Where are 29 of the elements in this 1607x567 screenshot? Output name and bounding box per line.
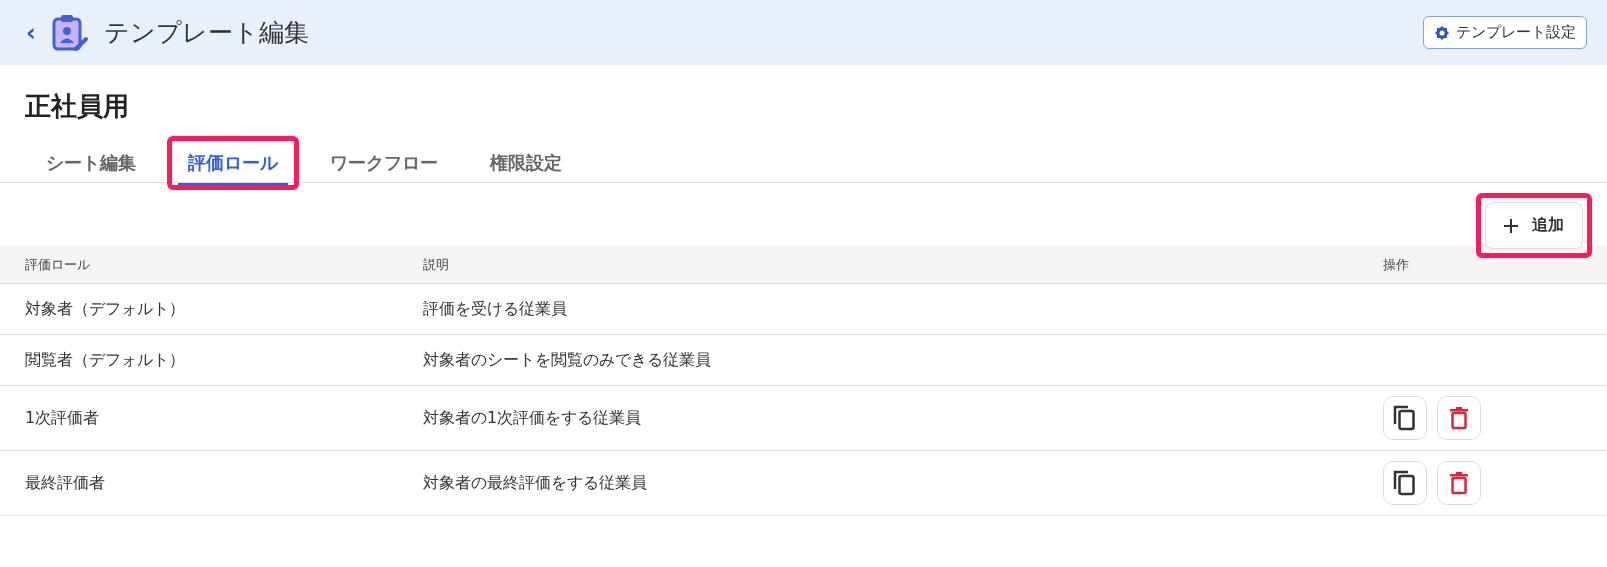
table-cell-text: 閲覧者（デフォルト） [25,349,186,371]
window-title: テンプレート編集 [103,17,309,49]
column-header: 説明 [423,255,450,274]
template-settings-button[interactable]: テンプレート設定 [1423,16,1587,49]
delete-button[interactable] [1437,461,1481,505]
copy-button[interactable] [1383,461,1427,505]
back-button[interactable]: ‹ [26,20,36,45]
tab[interactable]: 権限設定 [480,145,572,185]
table-cell-text: 対象者の最終評価をする従業員 [423,472,648,494]
delete-button[interactable] [1437,396,1481,440]
table-cell-text: 最終評価者 [25,472,106,494]
table-cell-text: 対象者のシートを閲覧のみできる従業員 [423,349,712,371]
page-title: 正社員用 [25,90,130,123]
trash-icon [1449,471,1469,495]
table-cell-text: 1次評価者 [25,407,101,429]
settings-icon [1434,24,1450,41]
copy-icon [1392,469,1418,497]
plus-icon [1504,218,1518,233]
copy-icon [1392,404,1418,432]
column-header: 操作 [1383,255,1409,274]
table-cell-text: 評価を受ける従業員 [423,298,568,320]
table-cell-text: 対象者（デフォルト） [25,298,186,320]
table-cell-text: 対象者の1次評価をする従業員 [423,407,643,429]
column-header: 評価ロール [25,255,91,274]
tab[interactable]: ワークフロー [320,145,448,185]
trash-icon [1449,406,1469,430]
tab[interactable]: シート編集 [36,145,146,185]
copy-button[interactable] [1383,396,1427,440]
add-button[interactable]: 追加 [1485,202,1583,249]
